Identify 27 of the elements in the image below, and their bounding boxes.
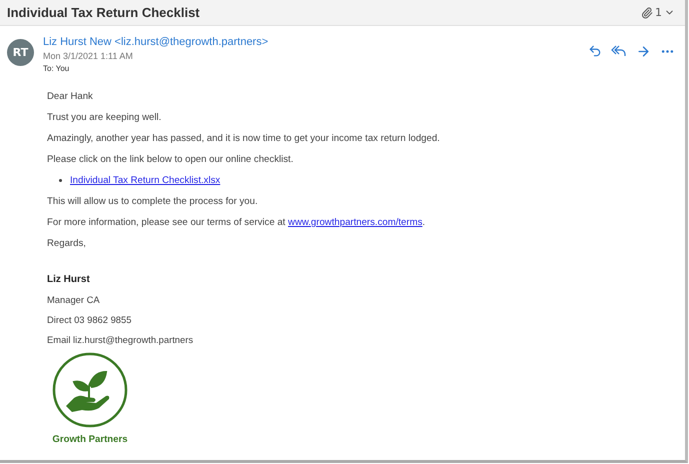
plant-hand-logo-icon	[52, 352, 128, 428]
reply-all-icon	[611, 44, 627, 58]
body-text: Regards,	[47, 238, 87, 249]
body-text: Amazingly, another year has passed, and it is now time to get your income tax return lodged.	[47, 133, 441, 144]
body-text: Trust you are keeping well.	[47, 112, 162, 123]
body-text: For more information, please see our terms of service at www.growthpartners.com/terms.	[47, 217, 426, 228]
avatar: RT	[7, 39, 34, 66]
signature-line: Email liz.hurst@thegrowth.partners	[47, 334, 194, 345]
signature-name: Liz Hurst	[47, 274, 91, 285]
sender[interactable]: Liz Hurst New <liz.hurst@thegrowth.partners>	[43, 36, 579, 48]
bullet-icon	[59, 179, 62, 182]
terms-link[interactable]: www.growthpartners.com/terms	[288, 217, 422, 228]
forward-icon	[636, 44, 651, 59]
attachment-count: 1	[655, 6, 662, 19]
recipient: To: You	[43, 64, 70, 73]
signature-line: Direct 03 9862 9855	[47, 314, 132, 325]
logo-caption: Growth Partners	[52, 434, 128, 445]
signature-line: Manager CA	[47, 294, 101, 305]
attachment-link[interactable]: Individual Tax Return Checklist.xlsx	[70, 175, 220, 186]
body-text: This will allow us to complete the process for you.	[47, 196, 259, 207]
attachment-menu[interactable]: 1	[641, 6, 675, 19]
body-text: Dear Hank	[47, 91, 94, 102]
reply-icon	[588, 44, 602, 58]
email-subject: Individual Tax Return Checklist	[7, 5, 200, 20]
paperclip-icon	[641, 6, 653, 18]
body-text: Please click on the link below to open our online checklist.	[47, 154, 294, 165]
sent-date: Mon 3/1/2021 1:11 AM	[43, 51, 134, 61]
